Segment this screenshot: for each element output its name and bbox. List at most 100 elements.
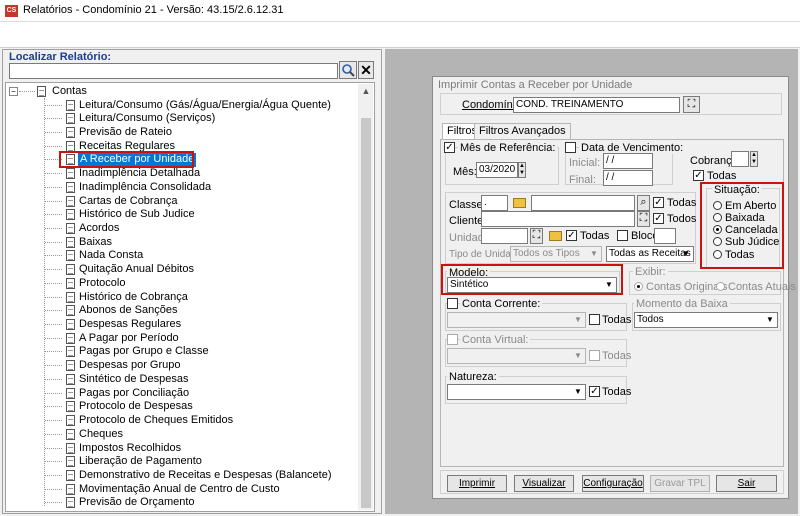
tab-filtros-avancados[interactable]: Filtros Avançados xyxy=(474,123,571,139)
receitas-select[interactable]: Todas as Receitas ▼ xyxy=(606,246,694,262)
bloco-field[interactable] xyxy=(654,228,676,244)
toolbar xyxy=(0,22,800,48)
tree-item[interactable]: Despesas Regulares xyxy=(79,318,181,332)
tipo-unidade-select[interactable]: Todos os Tipos ▼ xyxy=(510,246,602,262)
document-icon xyxy=(66,209,75,221)
momento-baixa-select[interactable]: Todos ▼ xyxy=(634,312,778,328)
tree-item[interactable]: Pagas por Grupo e Classe xyxy=(79,345,209,359)
imprimir-button[interactable]: Imprimir xyxy=(447,475,507,492)
cobranca-field[interactable] xyxy=(731,151,749,167)
cliente-todos-checkbox[interactable]: ✓ xyxy=(653,213,664,224)
visualizar-button[interactable]: Visualizar xyxy=(514,475,574,492)
tree-item[interactable]: Impostos Recolhidos xyxy=(79,442,181,456)
tree-item[interactable]: Movimentação Anual de Centro de Custo xyxy=(79,483,280,497)
document-icon xyxy=(66,428,75,440)
tree-connector xyxy=(45,406,62,408)
conta-corrente-select[interactable]: ▼ xyxy=(447,312,586,328)
mes-ref-checkbox[interactable]: ✓ xyxy=(444,142,455,153)
scrollbar-thumb[interactable] xyxy=(361,118,371,508)
unidade-field[interactable] xyxy=(481,228,528,244)
conta-corrente-todas-label: Todas xyxy=(602,314,632,326)
mes-spinner[interactable]: ▲ ▼ xyxy=(518,162,526,178)
conta-virtual-todas-checkbox[interactable] xyxy=(589,350,600,361)
bloco-checkbox[interactable] xyxy=(617,230,628,241)
classe-todas-label: Todas xyxy=(667,197,697,209)
tree-item[interactable]: Abonos de Sanções xyxy=(79,304,177,318)
tree-item[interactable]: Pagas por Conciliação xyxy=(79,387,189,401)
tree-item[interactable]: Demonstrativo de Receitas e Despesas (Ba… xyxy=(79,469,332,483)
tree-item[interactable]: Quitação Anual Débitos xyxy=(79,263,194,277)
window-title: Relatórios - Condomínio 21 - Versão: 43.… xyxy=(23,4,284,16)
tree-item[interactable]: A Pagar por Período xyxy=(79,332,179,346)
tree-item[interactable]: Inadimplência Detalhada xyxy=(79,167,200,181)
classe-field[interactable]: . xyxy=(481,195,508,211)
tree-item[interactable]: Sintético de Despesas xyxy=(79,373,188,387)
tree-item[interactable]: Protocolo de Cheques Emitidos xyxy=(79,414,233,428)
conta-corrente-todas-checkbox[interactable] xyxy=(589,314,600,325)
document-icon xyxy=(66,236,75,248)
tree-connector xyxy=(45,365,62,367)
search-button[interactable] xyxy=(339,61,357,79)
tree-connector xyxy=(45,324,62,326)
document-icon xyxy=(66,222,75,234)
unidade-todas-checkbox[interactable]: ✓ xyxy=(566,230,577,241)
tree-item[interactable]: Leitura/Consumo (Serviços) xyxy=(79,112,215,126)
tree-item[interactable]: Baixas xyxy=(79,236,112,250)
exibir-radio-atuais[interactable] xyxy=(716,282,725,291)
unidade-todas-label: Todas xyxy=(580,230,610,242)
folder-doc-icon xyxy=(37,86,46,97)
final-field[interactable]: / / xyxy=(603,170,653,186)
tree-item[interactable]: Despesas por Grupo xyxy=(79,359,181,373)
cobranca-todas-checkbox[interactable]: ✓ xyxy=(693,170,704,181)
tree-connector xyxy=(45,392,62,394)
clear-search-button[interactable]: ✕ xyxy=(358,61,374,79)
tree-root-label[interactable]: Contas xyxy=(52,85,87,97)
tree-item[interactable]: Leitura/Consumo (Gás/Água/Energia/Água Q… xyxy=(79,99,331,113)
document-icon xyxy=(66,250,75,262)
classe-description-field[interactable] xyxy=(531,195,635,211)
document-icon xyxy=(66,401,75,413)
natureza-todas-checkbox[interactable]: ✓ xyxy=(589,386,600,397)
tree-item[interactable]: Cheques xyxy=(79,428,123,442)
unidade-search-button[interactable]: ⛶ xyxy=(530,228,543,244)
condominio-field[interactable]: COND. TREINAMENTO xyxy=(513,97,680,113)
inicial-field[interactable]: / / xyxy=(603,153,653,169)
tree-item[interactable]: Cartas de Cobrança xyxy=(79,195,177,209)
tree-connector xyxy=(45,420,62,422)
binoculars-icon: ⛶ xyxy=(687,98,696,110)
folder-icon[interactable] xyxy=(549,231,562,241)
tree-item[interactable]: Inadimplência Consolidada xyxy=(79,181,211,195)
conta-virtual-checkbox[interactable] xyxy=(447,334,458,345)
exibir-radio-originais[interactable] xyxy=(634,282,643,291)
data-venc-checkbox[interactable] xyxy=(565,142,576,153)
tree-item[interactable]: Histórico de Cobrança xyxy=(79,291,188,305)
tree-item[interactable]: Acordos xyxy=(79,222,119,236)
sair-button[interactable]: Sair xyxy=(716,475,777,492)
configuracao-button[interactable]: Configuração xyxy=(582,475,644,492)
mes-field[interactable]: 03/2020 xyxy=(476,162,518,178)
tree-item[interactable]: Nada Consta xyxy=(79,249,143,263)
collapse-toggle-icon[interactable]: − xyxy=(9,87,18,96)
document-icon xyxy=(66,126,75,138)
conta-virtual-select[interactable]: ▼ xyxy=(447,348,586,364)
cliente-field[interactable] xyxy=(481,211,635,227)
conta-corrente-checkbox[interactable] xyxy=(447,298,458,309)
cobranca-spinner[interactable]: ▲ ▼ xyxy=(750,151,758,167)
tree-connector xyxy=(45,131,62,133)
folder-icon[interactable] xyxy=(513,198,526,208)
cliente-search-button[interactable]: ⛶ xyxy=(637,211,650,227)
tree-item[interactable]: Previsão de Rateio xyxy=(79,126,172,140)
search-input[interactable] xyxy=(9,63,338,79)
classe-todas-checkbox[interactable]: ✓ xyxy=(653,197,664,208)
tree-item[interactable]: Liberação de Pagamento xyxy=(79,455,202,469)
condominio-search-button[interactable]: ⛶ xyxy=(683,96,700,113)
tree-item[interactable]: Protocolo xyxy=(79,277,125,291)
natureza-select[interactable]: ▼ xyxy=(447,384,586,400)
tree-item[interactable]: Protocolo de Despesas xyxy=(79,400,193,414)
tree-item[interactable]: Histórico de Sub Judice xyxy=(79,208,195,222)
exibir-option-label: Contas Atuais xyxy=(728,281,796,293)
gravar-tpl-button[interactable]: Gravar TPL xyxy=(650,475,710,492)
tree-item[interactable]: Previsão de Orçamento xyxy=(79,496,195,510)
scroll-up-icon[interactable]: ▲ xyxy=(360,86,372,96)
classe-search-button[interactable]: ⌕ xyxy=(637,195,650,211)
